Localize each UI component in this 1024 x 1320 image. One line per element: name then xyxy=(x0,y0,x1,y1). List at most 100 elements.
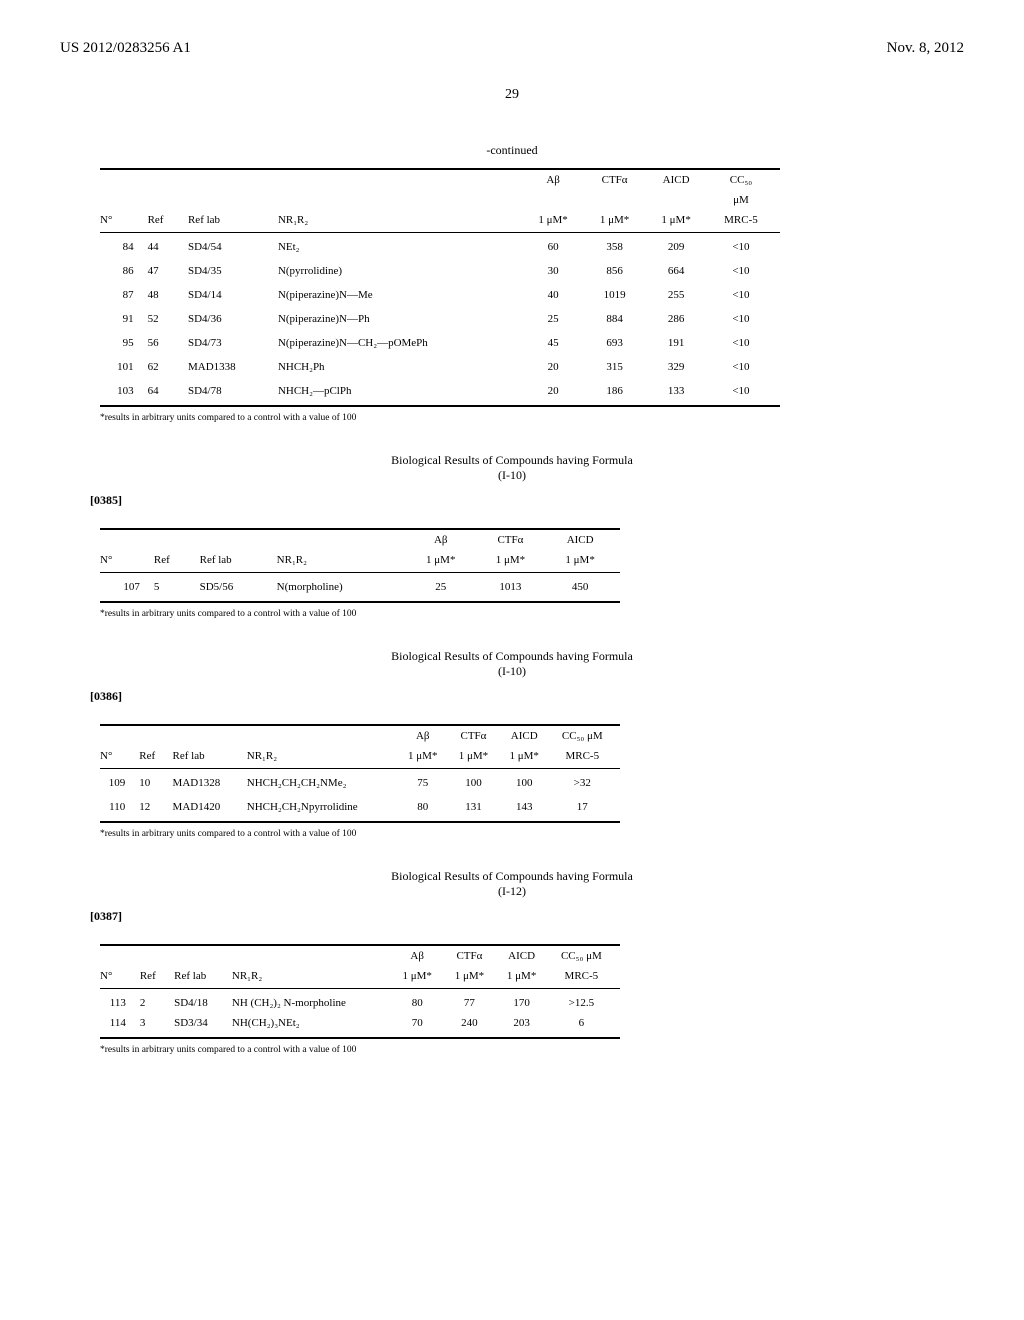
cell-n: 103 xyxy=(100,379,148,406)
cell-ctfa: 358 xyxy=(589,233,651,260)
para-0385: [0385] xyxy=(90,493,964,508)
cell-aicd: 203 xyxy=(501,1013,553,1038)
cell-aicd: 329 xyxy=(650,355,712,379)
col-ctfa-u: 1 μM* xyxy=(589,210,651,233)
cell-reflab: MAD1328 xyxy=(173,769,247,796)
cell-ctfa: 100 xyxy=(453,769,504,796)
table-row: 1132SD4/18NH (CH₂)₂ N-morpholine8077170>… xyxy=(100,989,620,1014)
caption-3: Biological Results of Compounds having F… xyxy=(302,649,722,679)
cell-ab: 80 xyxy=(402,795,453,822)
cell-n: 110 xyxy=(100,795,139,822)
col-ab: Aβ xyxy=(527,169,589,190)
col-cc50-l1: CC₅₀ xyxy=(712,169,780,190)
col-reflab: Ref lab xyxy=(188,210,278,233)
table-i10-a: Aβ CTFα AICD N° Ref Ref lab NR₁R₂ 1 μM* … xyxy=(100,528,620,603)
cell-cc: <10 xyxy=(712,331,780,355)
footnote-1: *results in arbitrary units compared to … xyxy=(100,413,964,423)
cell-n: 109 xyxy=(100,769,139,796)
cell-ab: 45 xyxy=(527,331,589,355)
cell-ref: 2 xyxy=(140,989,174,1014)
table-row: 1143SD3/34NH(CH₂)₃NEt₂702402036 xyxy=(100,1013,620,1038)
cell-ref: 64 xyxy=(148,379,188,406)
cell-n: 95 xyxy=(100,331,148,355)
table-row: 8444SD4/54NEt₂60358209<10 xyxy=(100,233,780,260)
table-row: 8647SD4/35N(pyrrolidine)30856664<10 xyxy=(100,259,780,283)
cell-ctfa: 131 xyxy=(453,795,504,822)
cell-ref: 62 xyxy=(148,355,188,379)
cell-ref: 12 xyxy=(139,795,172,822)
cell-ref: 48 xyxy=(148,283,188,307)
cell-nr: NHCH₂Ph xyxy=(278,355,527,379)
cell-ref: 44 xyxy=(148,233,188,260)
cell-n: 114 xyxy=(100,1013,140,1038)
cell-cc: 17 xyxy=(555,795,620,822)
table-row: 9556SD4/73N(piperazine)N—CH₂—pOMePh45693… xyxy=(100,331,780,355)
cell-cc: <10 xyxy=(712,307,780,331)
continued-label: -continued xyxy=(60,143,964,158)
cell-ctfa: 315 xyxy=(589,355,651,379)
cell-cc: >12.5 xyxy=(553,989,620,1014)
cell-n: 101 xyxy=(100,355,148,379)
cell-nr: N(piperazine)N—CH₂—pOMePh xyxy=(278,331,527,355)
cell-reflab: SD4/18 xyxy=(174,989,232,1014)
table-row: 10162MAD1338NHCH₂Ph20315329<10 xyxy=(100,355,780,379)
cell-nr: NHCH₂CH₂CH₂NMe₂ xyxy=(247,769,403,796)
col-cc50-l2: μM xyxy=(712,190,780,210)
col-aicd: AICD xyxy=(650,169,712,190)
cell-ref: 5 xyxy=(154,573,200,603)
table-row: 8748SD4/14N(piperazine)N—Me401019255<10 xyxy=(100,283,780,307)
cell-ref: 47 xyxy=(148,259,188,283)
cell-ctfa: 693 xyxy=(589,331,651,355)
table-row: 11012MAD1420NHCH₂CH₂Npyrrolidine80131143… xyxy=(100,795,620,822)
cell-n: 107 xyxy=(100,573,154,603)
cell-reflab: SD4/14 xyxy=(188,283,278,307)
cell-aicd: 664 xyxy=(650,259,712,283)
table-row: 1075SD5/56N(morpholine)251013450 xyxy=(100,573,620,603)
cell-ab: 25 xyxy=(411,573,481,603)
table-row: 10364SD4/78NHCH₂—pClPh20186133<10 xyxy=(100,379,780,406)
table-row: 10910MAD1328NHCH₂CH₂CH₂NMe₂75100100>32 xyxy=(100,769,620,796)
cell-reflab: SD4/54 xyxy=(188,233,278,260)
cell-aicd: 191 xyxy=(650,331,712,355)
cell-ctfa: 240 xyxy=(448,1013,500,1038)
cell-reflab: SD4/35 xyxy=(188,259,278,283)
col-nr1r2: NR₁R₂ xyxy=(278,210,527,233)
cell-ctfa: 1019 xyxy=(589,283,651,307)
cell-nr: N(piperazine)N—Me xyxy=(278,283,527,307)
cell-aicd: 100 xyxy=(504,769,555,796)
cell-ref: 56 xyxy=(148,331,188,355)
cell-ref: 52 xyxy=(148,307,188,331)
cell-ab: 25 xyxy=(527,307,589,331)
cell-ctfa: 884 xyxy=(589,307,651,331)
cell-n: 86 xyxy=(100,259,148,283)
cell-ab: 70 xyxy=(396,1013,448,1038)
col-aicd-u: 1 μM* xyxy=(650,210,712,233)
cell-reflab: SD5/56 xyxy=(200,573,277,603)
cell-aicd: 255 xyxy=(650,283,712,307)
col-ref: Ref xyxy=(148,210,188,233)
cell-aicd: 209 xyxy=(650,233,712,260)
para-0387: [0387] xyxy=(90,909,964,924)
cell-cc: <10 xyxy=(712,355,780,379)
cell-ab: 20 xyxy=(527,355,589,379)
publication-date: Nov. 8, 2012 xyxy=(887,40,964,57)
cell-nr: NH(CH₂)₃NEt₂ xyxy=(232,1013,396,1038)
col-ab-u: 1 μM* xyxy=(527,210,589,233)
cell-nr: NH (CH₂)₂ N-morpholine xyxy=(232,989,396,1014)
cell-nr: NHCH₂CH₂Npyrrolidine xyxy=(247,795,403,822)
footnote-4: *results in arbitrary units compared to … xyxy=(100,1045,964,1055)
footnote-2: *results in arbitrary units compared to … xyxy=(100,609,964,619)
cell-aicd: 286 xyxy=(650,307,712,331)
cell-nr: NHCH₂—pClPh xyxy=(278,379,527,406)
cell-cc: >32 xyxy=(555,769,620,796)
table-continued: Aβ CTFα AICD CC₅₀ μM N° Ref Ref lab NR₁R… xyxy=(100,168,780,407)
col-n: N° xyxy=(100,210,148,233)
cell-n: 113 xyxy=(100,989,140,1014)
col-cc50-l3: MRC-5 xyxy=(712,210,780,233)
cell-ab: 30 xyxy=(527,259,589,283)
cell-reflab: MAD1420 xyxy=(173,795,247,822)
footnote-3: *results in arbitrary units compared to … xyxy=(100,829,964,839)
cell-nr: N(pyrrolidine) xyxy=(278,259,527,283)
cell-aicd: 133 xyxy=(650,379,712,406)
cell-cc: <10 xyxy=(712,233,780,260)
